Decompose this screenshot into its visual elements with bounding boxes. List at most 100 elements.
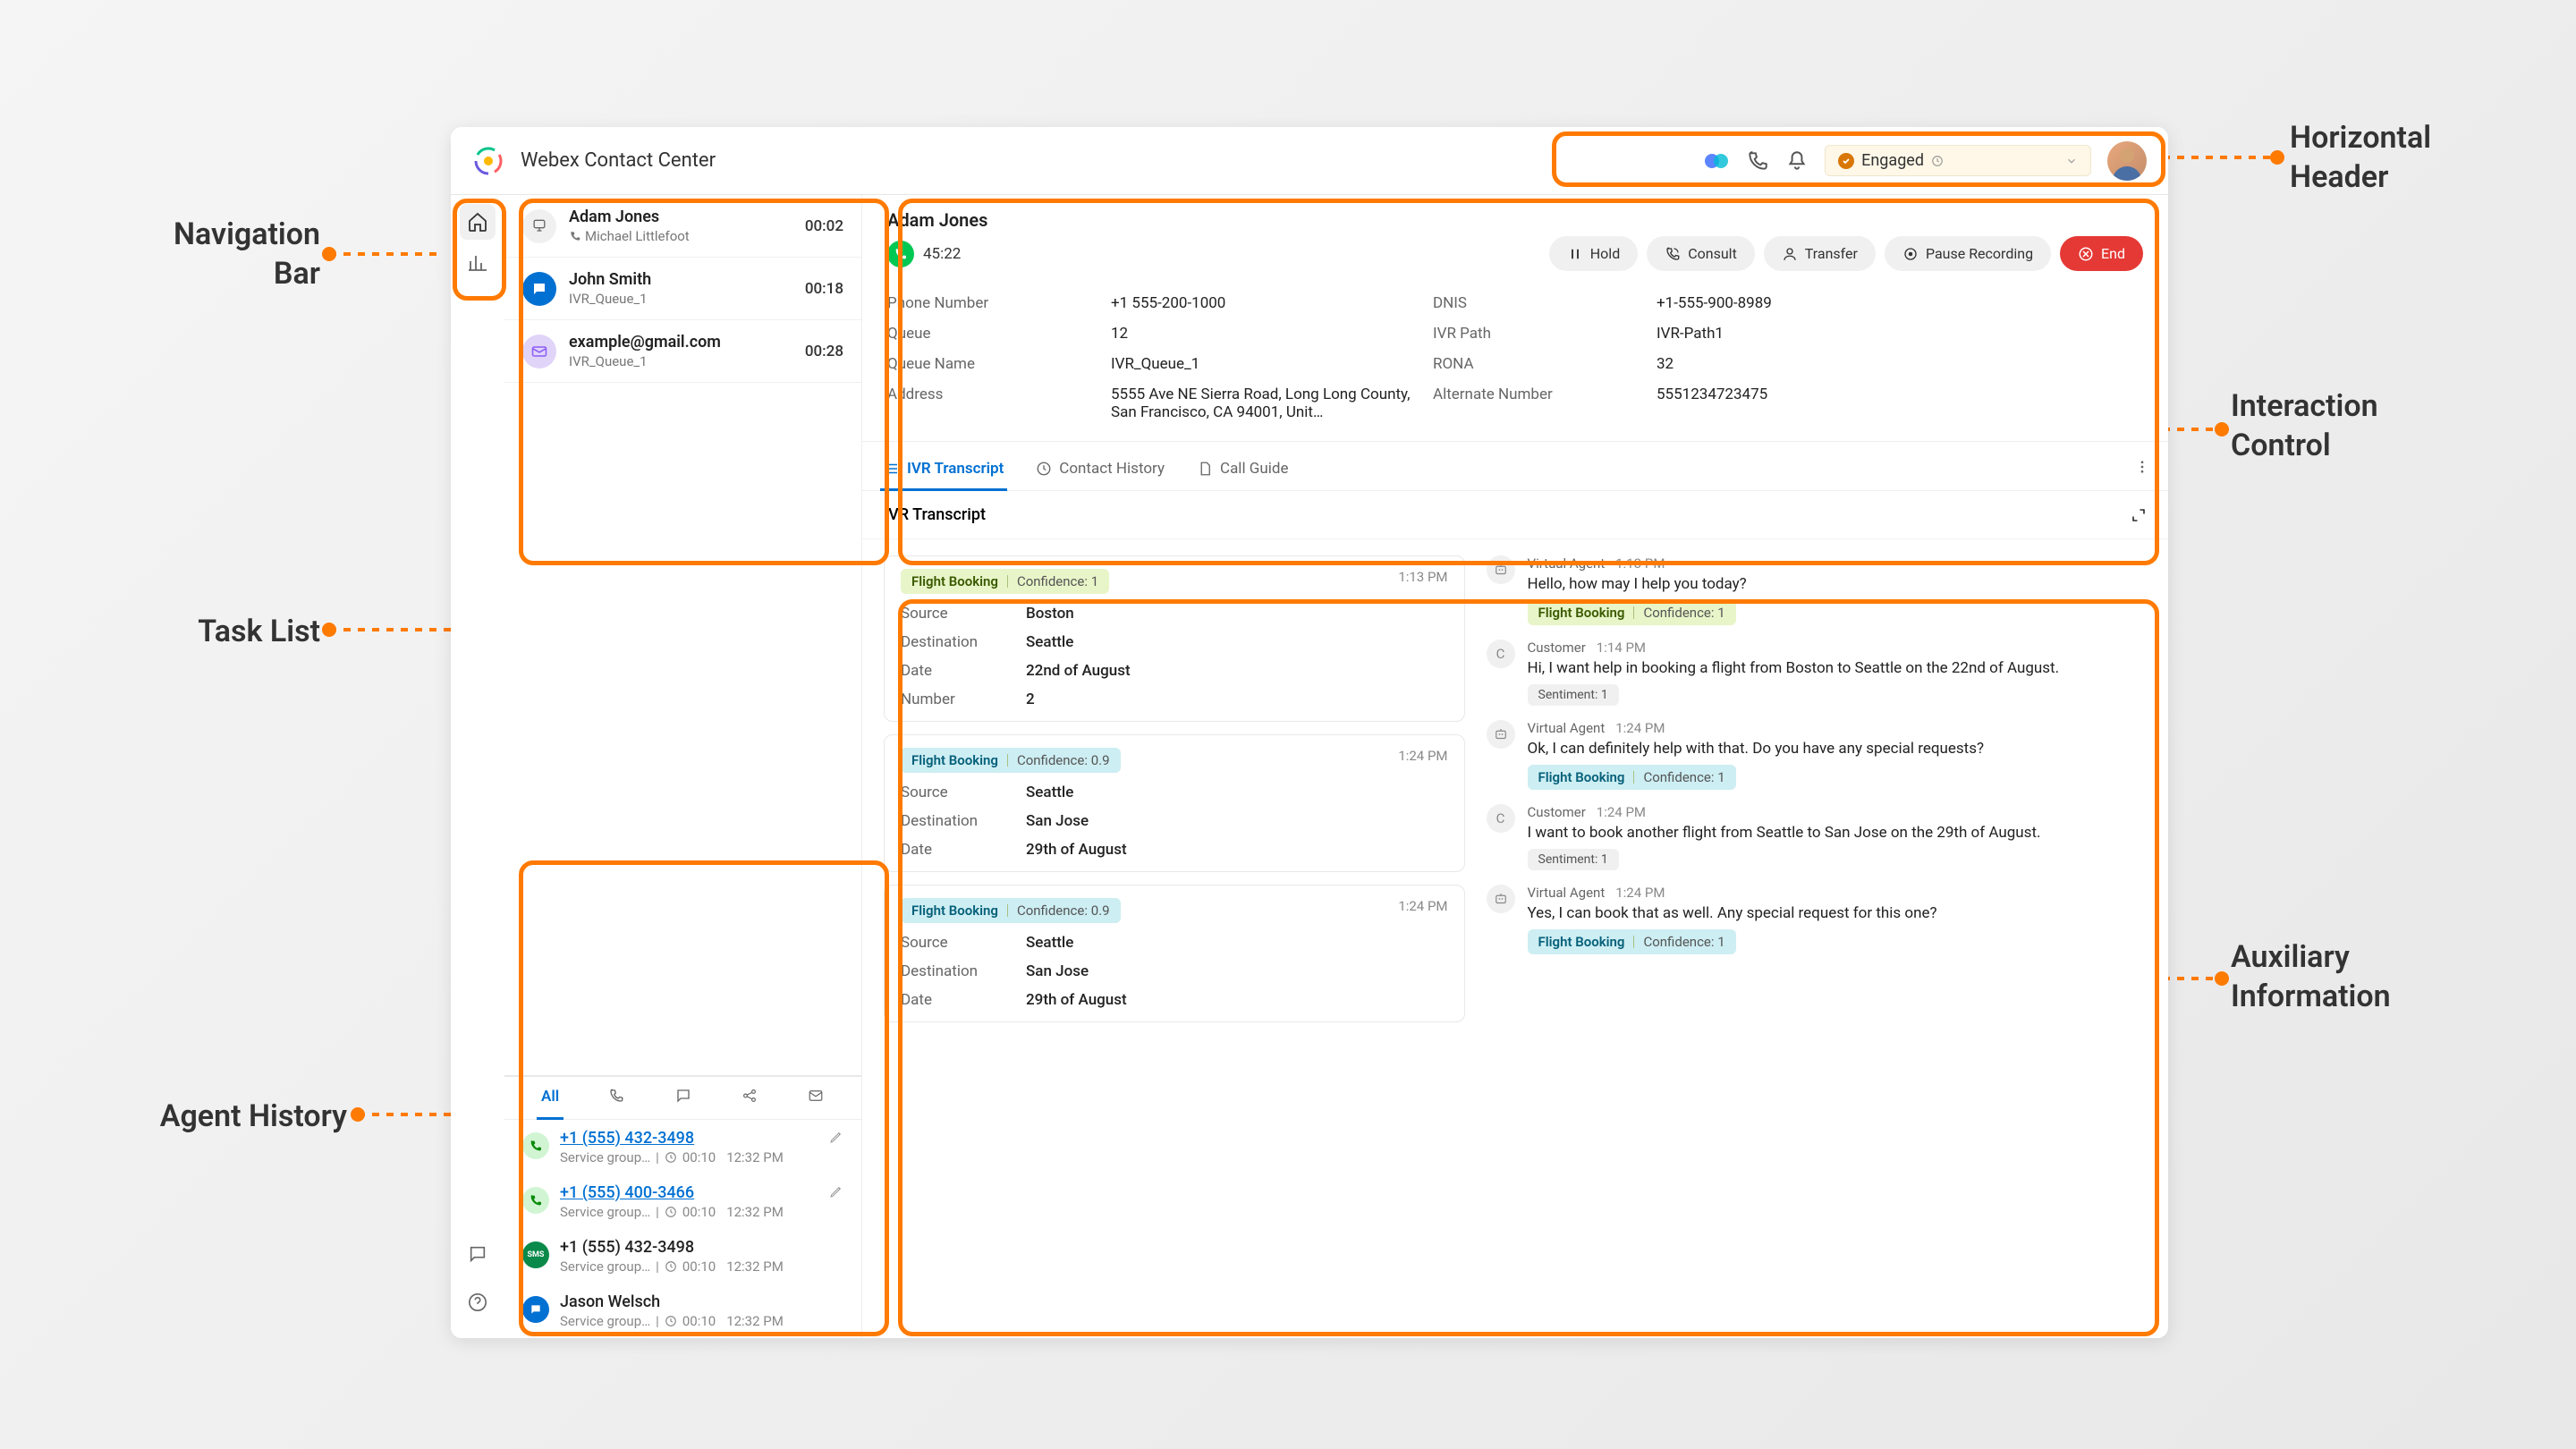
- card-field-label: Source: [901, 784, 1026, 801]
- card-time: 1:13 PM: [1398, 569, 1447, 585]
- message-time: 1:24 PM: [1597, 804, 1646, 820]
- connector: [2163, 428, 2222, 431]
- transcript-card: 1:24 PM Flight Booking Confidence: 0.9 S…: [884, 734, 1465, 872]
- aux-info-pane: IVR Transcript Contact History Call Guid…: [862, 442, 2168, 1338]
- agent-icon: [530, 217, 548, 235]
- conversation-log: Virtual Agent1:13 PM Hello, how may I he…: [1481, 555, 2147, 1322]
- call-connected-icon: [887, 241, 914, 267]
- hold-button[interactable]: Hold: [1549, 236, 1638, 271]
- card-time: 1:24 PM: [1398, 748, 1447, 764]
- cad-label: Phone Number: [887, 294, 1111, 312]
- aux-subheader: IVR Transcript: [862, 491, 2168, 539]
- history-title[interactable]: +1 (555) 432-3498: [560, 1129, 694, 1148]
- consult-icon: [1665, 246, 1681, 262]
- aux-more-menu[interactable]: [2134, 459, 2150, 479]
- clock-icon: [1036, 461, 1052, 477]
- consult-button[interactable]: Consult: [1647, 236, 1755, 271]
- aux-tab-contact-history[interactable]: Contact History: [1032, 447, 1168, 490]
- aux-tab-ivr[interactable]: IVR Transcript: [880, 447, 1007, 490]
- phone-icon: [529, 1193, 543, 1208]
- cad-label: Queue Name: [887, 355, 1111, 373]
- history-tab-all[interactable]: All: [517, 1077, 583, 1119]
- intent-confidence: Confidence: 0.9: [1017, 902, 1110, 919]
- expand-icon[interactable]: [2131, 507, 2147, 523]
- contact-name: Adam Jones: [887, 209, 987, 231]
- task-type-icon: [522, 272, 556, 306]
- end-button[interactable]: End: [2060, 236, 2143, 271]
- bot-icon: [1493, 726, 1509, 742]
- transcript-card: 1:13 PM Flight Booking Confidence: 1 Sou…: [884, 555, 1465, 722]
- message-text: Hello, how may I help you today?: [1528, 575, 2147, 593]
- call-timer: 45:22: [923, 245, 961, 263]
- history-tab-email[interactable]: [783, 1077, 849, 1119]
- clock-icon: [1931, 155, 1944, 167]
- history-tab-call[interactable]: [583, 1077, 649, 1119]
- message-time: 1:24 PM: [1615, 885, 1665, 901]
- history-tabs: All: [504, 1077, 861, 1120]
- task-list: Adam Jones Michael Littlefoot 00:02 John…: [504, 195, 862, 1338]
- intent-name: Flight Booking: [911, 573, 998, 589]
- card-field-value: San Jose: [1026, 812, 1089, 830]
- cad-value: 5555 Ave NE Sierra Road, Long Long Count…: [1111, 386, 1433, 421]
- nav-home[interactable]: [460, 204, 496, 240]
- history-type-icon: [522, 1296, 549, 1323]
- history-item[interactable]: +1 (555) 432-3498 Service group…| 00:101…: [504, 1120, 861, 1174]
- nav-feedback[interactable]: [460, 1236, 496, 1272]
- conversation-message: Virtual Agent1:24 PM Ok, I can definitel…: [1487, 720, 2147, 790]
- history-item[interactable]: Jason Welsch Service group…| 00:1012:32 …: [504, 1284, 861, 1338]
- status-engaged-icon: [1838, 153, 1854, 169]
- cad-value: +1-555-900-8989: [1657, 294, 2143, 312]
- history-meta: Service group…| 00:1012:32 PM: [560, 1258, 843, 1275]
- transfer-button[interactable]: Transfer: [1764, 236, 1876, 271]
- nav-help[interactable]: [460, 1284, 496, 1320]
- conversation-message: Virtual Agent1:24 PM Yes, I can book tha…: [1487, 885, 2147, 954]
- webex-icon[interactable]: [1703, 148, 1730, 174]
- history-tab-chat[interactable]: [649, 1077, 716, 1119]
- cad-grid: Phone Number +1 555-200-1000 DNIS +1-555…: [887, 294, 2143, 421]
- task-type-icon: [522, 209, 556, 243]
- aux-tabs: IVR Transcript Contact History Call Guid…: [862, 447, 2168, 491]
- agent-status-dropdown[interactable]: Engaged: [1825, 145, 2091, 176]
- status-text: Engaged: [1861, 151, 1924, 170]
- task-item[interactable]: Adam Jones Michael Littlefoot 00:02: [504, 195, 861, 258]
- task-item[interactable]: example@gmail.com IVR_Queue_1 00:28: [504, 320, 861, 383]
- agent-history-panel: All +1 (555) 432-3498 Service group…| 00…: [504, 1075, 861, 1338]
- history-item[interactable]: +1 (555) 400-3466 Service group…| 00:101…: [504, 1174, 861, 1229]
- chevron-down-icon: [2065, 155, 2078, 167]
- intent-pill: Flight Booking Confidence: 0.9: [901, 898, 1121, 923]
- history-item[interactable]: SMS +1 (555) 432-3498 Service group…| 00…: [504, 1229, 861, 1284]
- sentiment-pill: Sentiment: 1: [1528, 684, 1619, 706]
- bot-icon: [1493, 562, 1509, 578]
- task-item[interactable]: John Smith IVR_Queue_1 00:18: [504, 258, 861, 320]
- card-field-label: Date: [901, 841, 1026, 859]
- message-avatar: [1487, 555, 1515, 584]
- cad-value: IVR_Queue_1: [1111, 355, 1433, 373]
- clock-icon: [665, 1151, 677, 1164]
- pencil-icon[interactable]: [829, 1130, 843, 1144]
- task-name: John Smith: [569, 270, 792, 289]
- connector: [2163, 977, 2222, 980]
- document-icon: [1197, 461, 1213, 477]
- card-time: 1:24 PM: [1398, 898, 1447, 914]
- nav-analytics[interactable]: [460, 245, 496, 281]
- history-title[interactable]: +1 (555) 400-3466: [560, 1183, 694, 1202]
- sentiment-pill: Sentiment: 1: [1528, 849, 1619, 870]
- more-vertical-icon: [2134, 459, 2150, 475]
- bot-icon: [1493, 891, 1509, 907]
- cad-value: IVR-Path1: [1657, 325, 2143, 343]
- annotation-tasklist: Task List: [106, 612, 320, 651]
- chat-icon: [531, 281, 547, 297]
- history-tab-social[interactable]: [716, 1077, 783, 1119]
- user-avatar[interactable]: [2107, 141, 2147, 181]
- dialer-icon[interactable]: [1746, 149, 1769, 173]
- pause-recording-button[interactable]: Pause Recording: [1885, 236, 2051, 271]
- card-field-label: Source: [901, 605, 1026, 623]
- pencil-icon[interactable]: [829, 1184, 843, 1199]
- aux-tab-call-guide[interactable]: Call Guide: [1193, 447, 1292, 490]
- clock-icon: [665, 1260, 677, 1273]
- card-field-value: 22nd of August: [1026, 662, 1131, 680]
- share-icon: [741, 1088, 758, 1104]
- bell-icon[interactable]: [1785, 149, 1809, 173]
- message-role: Customer: [1528, 804, 1586, 820]
- main-area: Adam Jones 45:22 Hold Consult Transfer P…: [862, 195, 2168, 1338]
